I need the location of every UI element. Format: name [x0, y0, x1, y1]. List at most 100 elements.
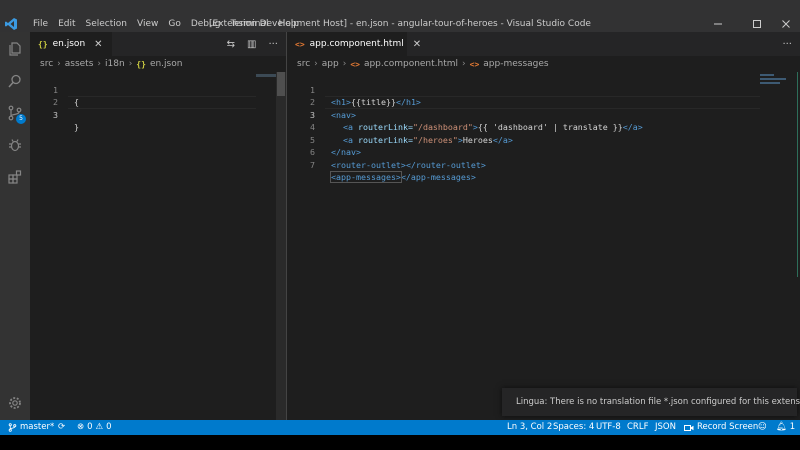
scrollbar-left[interactable] — [276, 72, 286, 420]
settings-button[interactable] — [0, 388, 30, 418]
status-bar: master* ⟳ ⊗ 0 ⚠ 0 Ln 3, Col 2 Spaces: 4 … — [0, 420, 800, 435]
maximize-button[interactable] — [743, 14, 771, 34]
minimap-left[interactable] — [256, 74, 278, 77]
feedback-button[interactable]: ☺ — [758, 420, 767, 435]
close-tab-icon[interactable]: ✕ — [413, 39, 421, 50]
error-count: 0 — [87, 422, 93, 432]
explorer-button[interactable] — [0, 34, 30, 64]
eol-status[interactable]: CRLF — [627, 420, 648, 435]
chevron-right-icon: › — [128, 59, 133, 69]
json-file-icon: {} — [38, 39, 48, 49]
element-symbol-icon: <> — [469, 59, 480, 69]
extensions-button[interactable] — [0, 162, 30, 192]
scm-badge: 5 — [16, 114, 26, 124]
code-line: 5 </nav> — [287, 121, 800, 158]
close-tab-icon[interactable]: ✕ — [94, 39, 102, 50]
breadcrumb-item[interactable]: i18n — [105, 59, 125, 69]
breadcrumb: src › app › <> app.component.html › <> a… — [287, 56, 800, 72]
error-icon: ⊗ — [77, 422, 85, 432]
record-screen-button[interactable]: Record Screen — [684, 420, 758, 435]
cursor-position[interactable]: Ln 3, Col 2 — [507, 420, 552, 435]
breadcrumb-item[interactable]: src — [297, 59, 310, 69]
vscode-logo-icon — [5, 18, 17, 30]
gear-icon — [9, 397, 21, 409]
line-number: 3 — [53, 109, 58, 120]
tab-bar-right: <> app.component.html ✕ ··· — [287, 32, 800, 56]
minimize-button[interactable] — [704, 14, 732, 34]
split-editor-icon[interactable]: ▥ — [247, 39, 256, 50]
html-tag: </app-messages> — [400, 172, 476, 182]
tab-app-component-html[interactable]: <> app.component.html ✕ — [287, 32, 421, 56]
branch-name: master* — [20, 422, 55, 432]
notifications-button[interactable]: 🔔︎ 1 — [776, 420, 795, 435]
branch-icon — [8, 423, 17, 432]
html-tag: <app-messages> — [330, 171, 402, 183]
chevron-right-icon: › — [97, 59, 102, 69]
code-line: 3 <a routerLink="/dashboard">{{ 'dashboa… — [287, 96, 800, 133]
more-actions-icon[interactable]: ··· — [782, 39, 792, 50]
line-number: 7 — [310, 159, 315, 170]
sync-button[interactable]: ⟳ — [58, 420, 65, 435]
window-title: [Extension Development Host] - en.json -… — [209, 19, 591, 29]
record-label: Record Screen — [697, 422, 759, 432]
tab-en-json[interactable]: {} en.json ✕ — [30, 32, 112, 56]
chevron-right-icon: › — [57, 59, 61, 69]
chevron-right-icon: › — [462, 59, 466, 69]
breadcrumb: src › assets › i18n › {} en.json — [30, 56, 286, 72]
html-tag: </router-outlet> — [405, 159, 486, 170]
scrollbar-thumb[interactable] — [277, 72, 285, 96]
code-text: } — [74, 122, 79, 132]
warning-icon: ⚠ — [95, 422, 104, 432]
branch-status[interactable]: master* — [8, 420, 54, 435]
editor-group-left: {} en.json ✕ ⇆ ▥ ··· src › assets › i18n… — [30, 32, 286, 420]
code-line: 1 <h1>{{title}}</h1> — [287, 71, 800, 108]
code-line: 2 — [30, 84, 286, 107]
camera-icon — [684, 424, 694, 431]
menu-file[interactable]: File — [28, 17, 53, 31]
code-editor-right[interactable]: 1 <h1>{{title}}</h1> 2 <nav> 3 <a router… — [287, 71, 800, 183]
chevron-right-icon: › — [342, 59, 347, 69]
notification-toast[interactable]: Lingua: There is no translation file *.j… — [502, 388, 800, 416]
tab-label: app.component.html — [309, 39, 404, 49]
breadcrumb-item[interactable]: app.component.html — [364, 59, 458, 69]
files-icon — [9, 42, 21, 56]
debug-button[interactable] — [0, 130, 30, 160]
breadcrumb-item[interactable]: en.json — [150, 59, 183, 69]
breadcrumb-item[interactable]: assets — [65, 59, 94, 69]
compare-changes-icon[interactable]: ⇆ — [227, 39, 235, 50]
language-mode[interactable]: JSON — [655, 420, 676, 435]
search-button[interactable] — [0, 66, 30, 96]
code-editor-left[interactable]: 1 { 2 3 } — [30, 71, 286, 132]
html-tag: <router-outlet> — [331, 159, 406, 170]
notification-count: 1 — [789, 422, 796, 432]
minimap-right[interactable] — [760, 74, 788, 88]
html-file-icon: <> — [350, 59, 360, 69]
code-line: 1 { — [30, 71, 286, 108]
search-icon — [8, 74, 21, 88]
warning-count: 0 — [106, 422, 112, 432]
encoding-status[interactable]: UTF-8 — [596, 420, 621, 435]
sync-icon: ⟳ — [58, 422, 66, 432]
chevron-right-icon: › — [314, 59, 318, 69]
breadcrumb-item[interactable]: app — [322, 59, 339, 69]
html-file-icon: <> — [295, 39, 305, 49]
menu-selection[interactable]: Selection — [81, 17, 132, 31]
code-line: 7 <app-messages></app-messages> — [287, 146, 800, 183]
more-actions-icon[interactable]: ··· — [268, 39, 278, 50]
editor-group-right: <> app.component.html ✕ ··· src › app › … — [286, 32, 800, 420]
maximize-icon — [753, 20, 761, 28]
minimize-icon — [714, 23, 722, 25]
activity-bar: 5 — [0, 32, 30, 420]
smiley-icon: ☺ — [758, 422, 767, 432]
breadcrumb-item[interactable]: src — [40, 59, 53, 69]
source-control-button[interactable]: 5 — [0, 98, 30, 128]
problems-status[interactable]: ⊗ 0 ⚠ 0 — [77, 420, 112, 435]
close-window-button[interactable] — [772, 14, 800, 34]
extensions-icon — [8, 170, 22, 184]
breadcrumb-item[interactable]: app-messages — [483, 59, 548, 69]
menu-edit[interactable]: Edit — [53, 17, 80, 31]
code-line: 6 <router-outlet></router-outlet> — [287, 134, 800, 170]
indentation-status[interactable]: Spaces: 4 — [553, 420, 594, 435]
letterbox-bottom — [0, 435, 800, 450]
close-icon — [782, 20, 790, 28]
